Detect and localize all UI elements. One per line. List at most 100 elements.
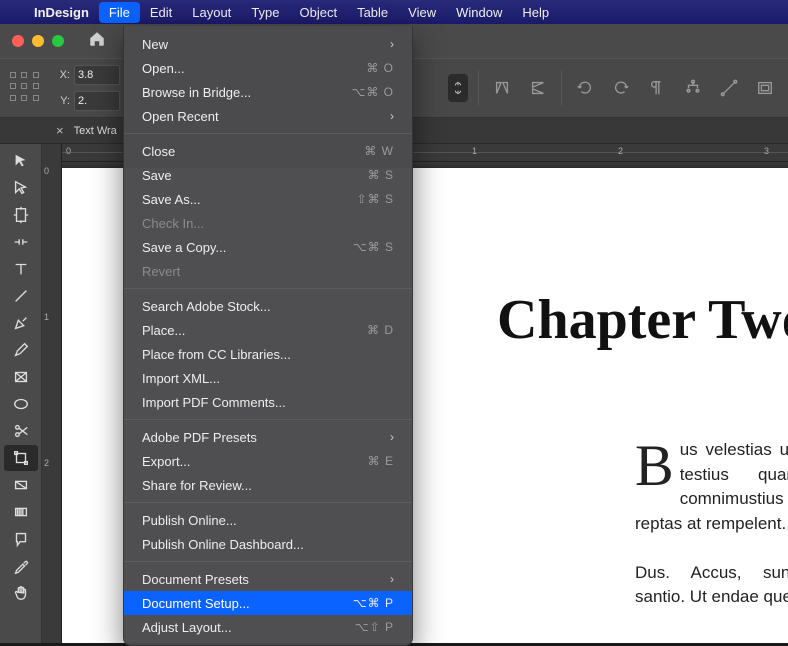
- gap-tool[interactable]: [4, 229, 38, 255]
- menu-separator: [124, 288, 412, 289]
- vertical-ruler[interactable]: 0 1 2: [42, 144, 62, 643]
- v-tick: 0: [44, 166, 49, 176]
- menu-separator: [124, 561, 412, 562]
- menubar-table[interactable]: Table: [347, 2, 398, 23]
- menu-item-export[interactable]: Export...⌘ E: [124, 449, 412, 473]
- pen-tool[interactable]: [4, 310, 38, 336]
- menu-item-close[interactable]: Close⌘ W: [124, 139, 412, 163]
- direct-selection-tool[interactable]: [4, 175, 38, 201]
- menu-item-label: Place...: [142, 323, 185, 338]
- menu-item-label: Open Recent: [142, 109, 219, 124]
- menubar-edit[interactable]: Edit: [140, 2, 182, 23]
- menubar-file[interactable]: File: [99, 2, 140, 23]
- line-tool[interactable]: [4, 283, 38, 309]
- menu-item-new[interactable]: New ›: [124, 32, 412, 56]
- menu-item-label: Revert: [142, 264, 180, 279]
- rectangle-frame-tool[interactable]: [4, 364, 38, 390]
- pencil-tool[interactable]: [4, 337, 38, 363]
- v-tick: 1: [44, 312, 49, 322]
- menu-item-shortcut: ⌘ W: [364, 144, 394, 158]
- zoom-icon[interactable]: [52, 35, 64, 47]
- menu-item-document-presets[interactable]: Document Presets›: [124, 567, 412, 591]
- menubar-window[interactable]: Window: [446, 2, 512, 23]
- menubar-layout[interactable]: Layout: [182, 2, 241, 23]
- menu-item-label: Import XML...: [142, 371, 220, 386]
- file-menu-dropdown[interactable]: New›Open...⌘ OBrowse in Bridge...⌥⌘ OOpe…: [123, 26, 413, 646]
- paragraph-style-icon[interactable]: [644, 75, 670, 101]
- hand-tool[interactable]: [4, 580, 38, 606]
- home-icon[interactable]: [88, 30, 106, 53]
- minimize-icon[interactable]: [32, 35, 44, 47]
- selection-tool[interactable]: [4, 148, 38, 174]
- menubar-help[interactable]: Help: [512, 2, 559, 23]
- menubar-object[interactable]: Object: [290, 2, 348, 23]
- menu-item-search-adobe-stock[interactable]: Search Adobe Stock...: [124, 294, 412, 318]
- menubar-app[interactable]: InDesign: [24, 2, 99, 23]
- gradient-feather-tool[interactable]: [4, 499, 38, 525]
- tab-label[interactable]: Text Wra: [74, 125, 117, 137]
- h-tick: 3: [764, 146, 769, 156]
- line-segment-icon[interactable]: [716, 75, 742, 101]
- x-field[interactable]: 3.8: [74, 65, 120, 85]
- menu-item-adjust-layout[interactable]: Adjust Layout...⌥⇧ P: [124, 615, 412, 639]
- v-tick: 2: [44, 458, 49, 468]
- note-tool[interactable]: [4, 526, 38, 552]
- flip-vertical-icon[interactable]: [525, 75, 551, 101]
- x-label: X:: [54, 69, 70, 81]
- free-transform-tool[interactable]: [4, 445, 38, 471]
- text-wrap-icon[interactable]: [752, 75, 778, 101]
- menu-item-import-xml[interactable]: Import XML...: [124, 366, 412, 390]
- menu-item-adobe-pdf-presets[interactable]: Adobe PDF Presets›: [124, 425, 412, 449]
- menu-item-import-pdf-comments[interactable]: Import PDF Comments...: [124, 390, 412, 414]
- submenu-arrow-icon: ›: [390, 37, 394, 51]
- y-field[interactable]: 2.: [74, 91, 120, 111]
- scissors-tool[interactable]: [4, 418, 38, 444]
- menu-item-place-from-cc-libraries[interactable]: Place from CC Libraries...: [124, 342, 412, 366]
- chapter-heading: Chapter Two: [497, 288, 788, 352]
- menu-item-label: Document Setup...: [142, 596, 250, 611]
- mac-menubar: InDesign File Edit Layout Type Object Ta…: [0, 0, 788, 24]
- constrain-proportions-icon[interactable]: [448, 74, 468, 102]
- eyedropper-tool[interactable]: [4, 553, 38, 579]
- menu-item-label: Import PDF Comments...: [142, 395, 286, 410]
- menu-separator: [124, 133, 412, 134]
- menu-item-label: New: [142, 37, 168, 52]
- menu-item-label: Export...: [142, 454, 190, 469]
- type-tool[interactable]: [4, 256, 38, 282]
- menu-item-share-for-review[interactable]: Share for Review...: [124, 473, 412, 497]
- menu-item-label: Document Presets: [142, 572, 249, 587]
- hierarchy-icon[interactable]: [680, 75, 706, 101]
- rotate-ccw-icon[interactable]: [572, 75, 598, 101]
- reference-point-grid[interactable]: [10, 72, 42, 104]
- menu-item-publish-online[interactable]: Publish Online...: [124, 508, 412, 532]
- menu-item-save-as[interactable]: Save As...⇧⌘ S: [124, 187, 412, 211]
- menu-item-publish-online-dashboard[interactable]: Publish Online Dashboard...: [124, 532, 412, 556]
- close-icon[interactable]: [12, 35, 24, 47]
- body-text: B us velestias ut vel id quam testius qu…: [635, 438, 788, 634]
- menubar-view[interactable]: View: [398, 2, 446, 23]
- menu-item-browse-in-bridge[interactable]: Browse in Bridge...⌥⌘ O: [124, 80, 412, 104]
- dropcap: B: [635, 438, 680, 490]
- menu-item-save[interactable]: Save⌘ S: [124, 163, 412, 187]
- menu-item-place[interactable]: Place...⌘ D: [124, 318, 412, 342]
- page-tool[interactable]: [4, 202, 38, 228]
- y-label: Y:: [54, 95, 70, 107]
- traffic-lights: [12, 35, 64, 47]
- menubar-type[interactable]: Type: [241, 2, 289, 23]
- menu-item-label: Save As...: [142, 192, 201, 207]
- menu-item-shortcut: ⌥⌘ S: [353, 240, 394, 254]
- menu-item-shortcut: ⌘ S: [368, 168, 394, 182]
- ellipse-tool[interactable]: [4, 391, 38, 417]
- flip-horizontal-icon[interactable]: [489, 75, 515, 101]
- menu-item-open-recent[interactable]: Open Recent›: [124, 104, 412, 128]
- menu-item-shortcut: ⌥⌘ O: [352, 85, 395, 99]
- menu-item-check-in: Check In...: [124, 211, 412, 235]
- menu-item-document-setup[interactable]: Document Setup...⌥⌘ P: [124, 591, 412, 615]
- rotate-cw-icon[interactable]: [608, 75, 634, 101]
- coord-block: X: 3.8 Y: 2.: [54, 65, 120, 111]
- menu-item-save-a-copy[interactable]: Save a Copy...⌥⌘ S: [124, 235, 412, 259]
- gradient-swatch-tool[interactable]: [4, 472, 38, 498]
- h-tick: 0: [66, 146, 71, 156]
- menu-item-open[interactable]: Open...⌘ O: [124, 56, 412, 80]
- tab-close-icon[interactable]: ×: [56, 123, 64, 138]
